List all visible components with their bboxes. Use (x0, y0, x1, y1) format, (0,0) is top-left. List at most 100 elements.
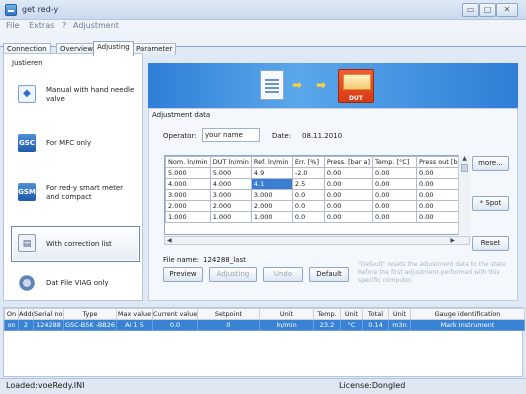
grid-cell[interactable]: 0.00 (323, 167, 374, 179)
reset-button[interactable]: Reset (472, 236, 509, 251)
grid-column-header[interactable]: Nom. ln/min (165, 156, 211, 168)
app-icon (5, 4, 17, 16)
grid-column-header[interactable]: Ref. ln/min (250, 156, 293, 168)
grid-cell[interactable]: 0.00 (323, 211, 374, 223)
menu-file[interactable]: File (6, 21, 19, 30)
scroll-right-icon[interactable]: ▶ (450, 237, 455, 244)
grid-cell[interactable]: 0.00 (416, 211, 465, 223)
grid-cell[interactable]: 0.00 (372, 167, 418, 179)
scroll-thumb[interactable] (461, 164, 468, 172)
device-column-header[interactable]: Addr (18, 308, 34, 320)
close-button[interactable]: ✕ (496, 3, 518, 17)
device-row[interactable]: on 2 124288 GSC-B5K -BB26 Ai 1 5 0.0 0 l… (4, 319, 525, 331)
device-column-header[interactable]: Temp. (313, 308, 341, 320)
grid-cell[interactable]: 0.0 (291, 189, 325, 201)
grid-cell[interactable]: 3.000 (250, 189, 293, 201)
maximize-button[interactable]: □ (479, 3, 496, 17)
grid-cell[interactable]: 2.000 (250, 200, 293, 212)
operator-input[interactable]: your name (202, 128, 260, 142)
arrow-right-icon: ➡ (316, 78, 327, 92)
device-cell: 124288 (33, 319, 64, 331)
grid-horizontal-scrollbar[interactable]: ◀ ▶ (164, 236, 470, 245)
mode-manual-valve[interactable]: ⛖ Manual with hand needle valve (12, 78, 138, 111)
date-value: 08.11.2010 (302, 132, 343, 140)
device-column-header[interactable]: Type (63, 308, 117, 320)
device-column-header[interactable]: Total (362, 308, 389, 320)
adjusting-button[interactable]: Adjusting (209, 267, 257, 282)
grid-cell[interactable]: 3.000 (165, 189, 211, 201)
adjustment-grid[interactable]: Nom. ln/min DUT ln/min Ref. ln/min Err. … (164, 155, 470, 235)
adjustment-data-title: Adjustment data (152, 111, 211, 119)
grid-cell-selected[interactable]: 4.1 (250, 178, 293, 190)
grid-cell[interactable]: 0.00 (323, 189, 374, 201)
grid-cell[interactable]: 1.000 (165, 211, 211, 223)
minimize-button[interactable]: ▭ (462, 3, 479, 17)
mode-correction-list[interactable]: ▤ With correction list (11, 226, 140, 262)
spot-button[interactable]: * Spot (472, 196, 509, 211)
grid-column-header[interactable]: Press out [ba (416, 156, 465, 168)
mode-mfc[interactable]: GSC For MFC only (12, 127, 138, 160)
tab-adjusting[interactable]: Adjusting (93, 41, 134, 56)
grid-cell[interactable]: 2.000 (165, 200, 211, 212)
grid-cell[interactable]: 0.00 (416, 189, 465, 201)
grid-cell[interactable]: 1.000 (209, 211, 252, 223)
grid-cell[interactable]: 0.00 (372, 178, 418, 190)
date-label: Date: (272, 132, 292, 140)
device-column-header[interactable]: Unit (259, 308, 314, 320)
grid-cell[interactable]: 4.000 (165, 178, 211, 190)
grid-cell[interactable]: 2.5 (291, 178, 325, 190)
default-button[interactable]: Default (309, 267, 349, 282)
grid-cell[interactable]: 4.000 (209, 178, 252, 190)
grid-cell[interactable]: 0.00 (372, 189, 418, 201)
grid-cell[interactable]: 0.00 (416, 200, 465, 212)
grid-column-header[interactable]: Err. [%] (291, 156, 325, 168)
preview-button[interactable]: Preview (163, 267, 203, 282)
grid-cell[interactable]: -2.0 (291, 167, 325, 179)
grid-column-header[interactable]: Temp. [°C] (372, 156, 418, 168)
grid-column-header[interactable]: DUT ln/min (209, 156, 252, 168)
grid-cell[interactable]: 0.00 (323, 178, 374, 190)
grid-cell[interactable]: 3.000 (209, 189, 252, 201)
file-name-value: 124288_last (203, 256, 246, 264)
scroll-left-icon[interactable]: ◀ (167, 237, 172, 244)
grid-cell[interactable]: 1.000 (250, 211, 293, 223)
undo-button[interactable]: Undo (263, 267, 303, 282)
grid-vertical-scrollbar[interactable]: ▲ (458, 155, 470, 235)
grid-cell[interactable]: 0.00 (416, 178, 465, 190)
device-cell: °C (340, 319, 363, 331)
mode-label: Dat File VIAG only (46, 279, 109, 287)
scroll-up-icon[interactable]: ▲ (459, 155, 470, 162)
device-header-row: On Addr Serial no. Type Max value Curren… (4, 308, 525, 320)
device-column-header[interactable]: Setpoint (197, 308, 260, 320)
grid-cell[interactable]: 0.00 (323, 200, 374, 212)
device-column-header[interactable]: On (4, 308, 19, 320)
menu-help[interactable]: ? (62, 21, 66, 30)
device-column-header[interactable]: Serial no. (33, 308, 64, 320)
grid-cell[interactable]: 2.000 (209, 200, 252, 212)
device-column-header[interactable]: Max value (116, 308, 153, 320)
mode-smart-meter[interactable]: GSM For red-y smart meter and compact (12, 176, 138, 209)
grid-cell[interactable]: 0.0 (291, 211, 325, 223)
title-bar (0, 0, 526, 20)
device-column-header[interactable]: Gauge identification (410, 308, 525, 320)
grid-cell[interactable]: 4.9 (250, 167, 293, 179)
window-title: get red-y (22, 5, 59, 14)
grid-cell[interactable]: 0.00 (372, 211, 418, 223)
grid-cell[interactable]: 5.000 (165, 167, 211, 179)
mode-dat-file[interactable]: Dat File VIAG only (12, 267, 138, 300)
menu-extras[interactable]: Extras (29, 21, 54, 30)
device-column-header[interactable]: Current value (152, 308, 198, 320)
mode-group-label: Justieren (10, 59, 45, 67)
grid-cell[interactable]: 5.000 (209, 167, 252, 179)
gsm-icon: GSM (18, 183, 36, 201)
device-column-header[interactable]: Unit (388, 308, 411, 320)
grid-column-header[interactable]: Press. [bar a] (323, 156, 374, 168)
grid-cell[interactable]: 0.00 (416, 167, 465, 179)
more-button[interactable]: more... (472, 156, 509, 171)
grid-cell[interactable]: 0.00 (372, 200, 418, 212)
menu-adjustment[interactable]: Adjustment (73, 21, 119, 30)
device-column-header[interactable]: Unit (340, 308, 363, 320)
grid-row: 3.000 3.000 3.000 0.0 0.00 0.00 0.00 (165, 189, 465, 201)
device-table[interactable]: On Addr Serial no. Type Max value Curren… (3, 307, 525, 377)
grid-cell[interactable]: 0.0 (291, 200, 325, 212)
